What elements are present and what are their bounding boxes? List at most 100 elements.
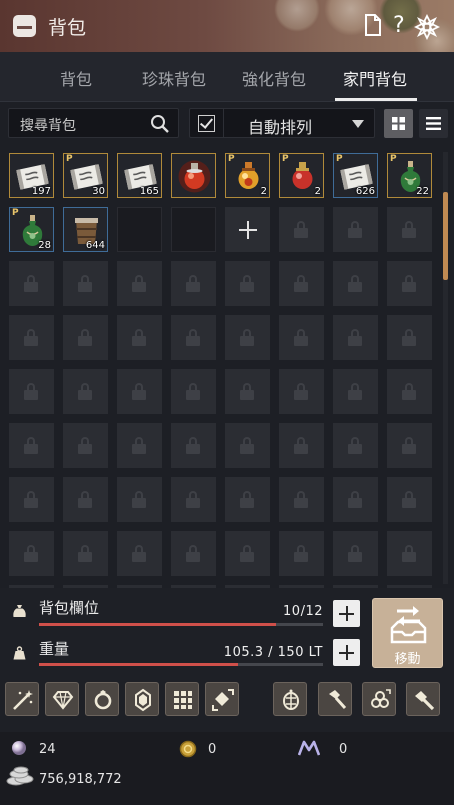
magic-wand-icon[interactable] [5, 682, 39, 716]
locked-slot[interactable] [333, 531, 378, 576]
triskelion-icon[interactable] [362, 682, 396, 716]
locked-slot[interactable] [117, 531, 162, 576]
locked-slot[interactable] [279, 423, 324, 468]
locked-slot[interactable] [117, 261, 162, 306]
hammer-icon[interactable] [318, 682, 352, 716]
locked-slot[interactable] [387, 207, 432, 252]
scroll-item[interactable]: P 626 [333, 153, 378, 198]
locked-slot[interactable] [279, 315, 324, 360]
locked-slot[interactable] [279, 261, 324, 306]
capacity-value: 10/12 [283, 604, 323, 619]
puzzle-icon[interactable] [205, 682, 239, 716]
add-weight-button[interactable] [333, 639, 360, 666]
locked-slot[interactable] [9, 261, 54, 306]
auto-sort-checkbox[interactable] [198, 115, 215, 132]
add-slot-button[interactable] [225, 207, 270, 252]
scroll-item[interactable]: 165 [117, 153, 162, 198]
locked-slot[interactable] [387, 531, 432, 576]
lock-icon [78, 491, 92, 508]
move-button[interactable]: 移動 [372, 598, 443, 668]
scrollbar-thumb[interactable] [443, 192, 448, 280]
settings-flower-icon[interactable] [413, 13, 441, 45]
locked-slot[interactable] [171, 531, 216, 576]
search-icon[interactable] [150, 114, 170, 134]
inventory-grid-icon[interactable] [165, 682, 199, 716]
locked-slot[interactable] [171, 315, 216, 360]
tab-pearl-inventory[interactable]: 珍珠背包 [142, 66, 206, 90]
red-elixir-item[interactable] [171, 153, 216, 198]
locked-slot[interactable] [63, 477, 108, 522]
locked-slot[interactable] [9, 423, 54, 468]
locked-slot[interactable] [171, 477, 216, 522]
gem-icon[interactable] [45, 682, 79, 716]
locked-slot[interactable] [63, 315, 108, 360]
tab-enhancement-inventory[interactable]: 強化背包 [242, 66, 306, 90]
locked-slot[interactable] [63, 369, 108, 414]
locked-slot[interactable] [387, 261, 432, 306]
locked-slot[interactable] [171, 261, 216, 306]
locked-slot[interactable] [387, 477, 432, 522]
locked-slot[interactable] [333, 315, 378, 360]
locked-slot[interactable] [387, 423, 432, 468]
locked-slot[interactable] [225, 315, 270, 360]
locked-slot[interactable] [279, 207, 324, 252]
lock-icon [294, 491, 308, 508]
locked-slot[interactable] [171, 423, 216, 468]
locked-slot[interactable] [333, 423, 378, 468]
tab-inventory[interactable]: 背包 [60, 66, 92, 90]
locked-slot[interactable] [333, 261, 378, 306]
locked-slot[interactable] [63, 423, 108, 468]
locked-slot[interactable] [387, 315, 432, 360]
green-elixir-item[interactable]: P 28 [9, 207, 54, 252]
locked-slot[interactable] [225, 531, 270, 576]
grid-view-button[interactable] [384, 109, 413, 138]
locked-slot[interactable] [333, 477, 378, 522]
gold-elixir-item[interactable]: P2 [225, 153, 270, 198]
item-quantity: 2 [260, 186, 267, 197]
add-capacity-button[interactable] [333, 600, 360, 627]
locked-slot[interactable] [387, 369, 432, 414]
anvil-hammer-icon[interactable] [406, 682, 440, 716]
tab-family-inventory[interactable]: 家門背包 [343, 66, 407, 90]
locked-slot[interactable] [9, 531, 54, 576]
locked-slot[interactable] [117, 315, 162, 360]
locked-slot[interactable] [9, 315, 54, 360]
locked-slot[interactable] [225, 423, 270, 468]
locked-slot[interactable] [117, 477, 162, 522]
locked-slot[interactable] [279, 369, 324, 414]
locked-slot[interactable] [333, 369, 378, 414]
locked-slot[interactable] [9, 369, 54, 414]
locked-slot[interactable] [63, 531, 108, 576]
help-icon[interactable]: ? [393, 14, 405, 38]
locked-slot[interactable] [117, 369, 162, 414]
locked-slot[interactable] [333, 207, 378, 252]
locked-slot[interactable] [225, 369, 270, 414]
list-view-button[interactable] [419, 109, 448, 138]
locked-slot[interactable] [9, 477, 54, 522]
lock-icon [402, 491, 416, 508]
lock-icon [186, 383, 200, 400]
locked-slot[interactable] [279, 531, 324, 576]
crystal-icon[interactable] [125, 682, 159, 716]
barrel-item[interactable]: 644 [63, 207, 108, 252]
locked-slot[interactable] [225, 261, 270, 306]
scrollbar[interactable] [443, 152, 448, 584]
divider [223, 109, 224, 137]
scroll-item[interactable]: P 30 [63, 153, 108, 198]
locked-slot[interactable] [279, 477, 324, 522]
locked-slot[interactable] [117, 423, 162, 468]
red-elixir-item[interactable]: P2 [279, 153, 324, 198]
document-icon[interactable] [364, 14, 382, 41]
green-elixir-item[interactable]: P 22 [387, 153, 432, 198]
locked-slot[interactable] [171, 369, 216, 414]
locked-slot[interactable] [225, 477, 270, 522]
ring-icon[interactable] [85, 682, 119, 716]
sort-dropdown[interactable]: 自動排列 [189, 108, 375, 138]
empty-slot[interactable] [171, 207, 216, 252]
scroll-item[interactable]: 197 [9, 153, 54, 198]
lantern-icon[interactable] [273, 682, 307, 716]
search-input[interactable]: 搜尋背包 [8, 108, 179, 138]
empty-slot[interactable] [117, 207, 162, 252]
locked-slot[interactable] [63, 261, 108, 306]
chevron-down-icon [352, 120, 364, 128]
